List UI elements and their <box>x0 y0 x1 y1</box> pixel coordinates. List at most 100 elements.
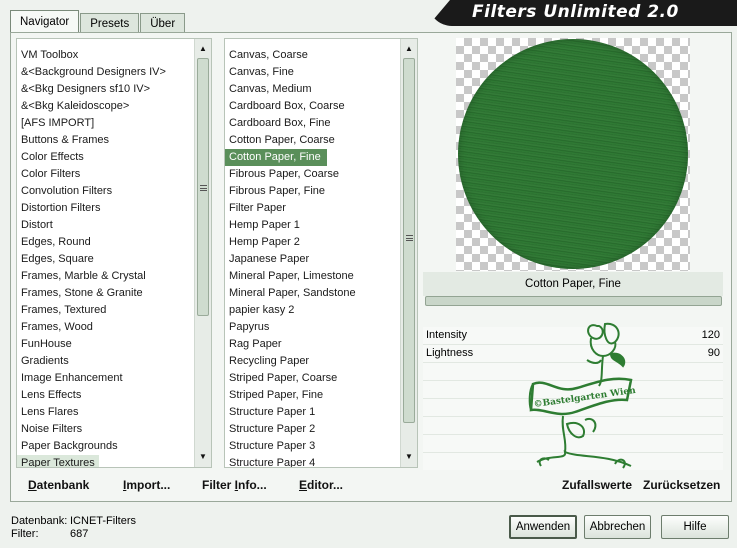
filter-item[interactable]: Cotton Paper, Coarse <box>225 132 400 149</box>
filter-item[interactable]: Structure Paper 3 <box>225 438 400 455</box>
filter-item[interactable]: Structure Paper 4 <box>225 455 400 467</box>
zuruecksetzen-button[interactable]: Zurücksetzen <box>643 478 720 492</box>
filter-item[interactable]: Structure Paper 2 <box>225 421 400 438</box>
filter-item-label: Cotton Paper, Fine <box>225 149 327 166</box>
category-item[interactable]: Noise Filters <box>17 421 194 438</box>
filter-item[interactable]: Striped Paper, Coarse <box>225 370 400 387</box>
category-item[interactable]: Frames, Marble & Crystal <box>17 268 194 285</box>
datenbank-value: ICNET-Filters <box>70 515 136 527</box>
apply-button[interactable]: Anwenden <box>509 515 577 539</box>
category-item[interactable]: Paper Textures <box>17 455 194 467</box>
category-item-label: Frames, Marble & Crystal <box>21 270 146 282</box>
category-item-label: FunHouse <box>21 338 72 350</box>
scroll-down-icon[interactable]: ▼ <box>401 449 417 465</box>
tab-presets[interactable]: Presets <box>80 13 140 33</box>
scroll-up-icon[interactable]: ▲ <box>195 41 211 57</box>
category-item-label: [AFS IMPORT] <box>21 117 95 129</box>
category-item[interactable]: VM Toolbox <box>17 47 194 64</box>
category-item[interactable]: [AFS IMPORT] <box>17 115 194 132</box>
category-item-label: Distort <box>21 219 53 231</box>
filter-item[interactable]: Hemp Paper 1 <box>225 217 400 234</box>
filter-item[interactable]: Striped Paper, Fine <box>225 387 400 404</box>
filter-item-label: Canvas, Coarse <box>229 49 308 61</box>
scroll-down-icon[interactable]: ▼ <box>195 449 211 465</box>
category-item[interactable]: &<Bkg Kaleidoscope> <box>17 98 194 115</box>
filter-item[interactable]: Canvas, Fine <box>225 64 400 81</box>
filter-item[interactable]: Mineral Paper, Sandstone <box>225 285 400 302</box>
filter-item[interactable]: Papyrus <box>225 319 400 336</box>
filter-list[interactable]: Canvas, Coarse Canvas, Fine Canvas, Medium… <box>224 38 418 468</box>
filter-item-label: Canvas, Fine <box>229 66 294 78</box>
category-item[interactable]: Edges, Round <box>17 234 194 251</box>
filter-item[interactable]: Cotton Paper, Fine <box>225 149 400 166</box>
filter-item[interactable]: Structure Paper 1 <box>225 404 400 421</box>
editor-button[interactable]: Editor... <box>299 478 343 492</box>
filter-item[interactable]: Canvas, Medium <box>225 81 400 98</box>
category-item[interactable]: &<Bkg Designers sf10 IV> <box>17 81 194 98</box>
filter-item[interactable]: Cardboard Box, Fine <box>225 115 400 132</box>
category-item[interactable]: Gradients <box>17 353 194 370</box>
filter-item-label: Structure Paper 3 <box>229 440 316 452</box>
category-item-label: Buttons & Frames <box>21 134 110 146</box>
category-item[interactable]: Edges, Square <box>17 251 194 268</box>
filter-item-label: Hemp Paper 2 <box>229 236 300 248</box>
category-item-label: Paper Backgrounds <box>21 440 118 452</box>
category-item[interactable]: FunHouse <box>17 336 194 353</box>
filter-list-items: Canvas, Coarse Canvas, Fine Canvas, Medium… <box>225 39 400 467</box>
filter-item[interactable]: Recycling Paper <box>225 353 400 370</box>
import-button[interactable]: Import... <box>123 478 170 492</box>
category-item-label: VM Toolbox <box>21 49 79 61</box>
category-item[interactable]: Convolution Filters <box>17 183 194 200</box>
filter-item-label: Filter Paper <box>229 202 286 214</box>
category-item-label: Image Enhancement <box>21 372 123 384</box>
filter-item[interactable]: Canvas, Coarse <box>225 47 400 64</box>
filter-item[interactable]: Japanese Paper <box>225 251 400 268</box>
category-item[interactable]: Distortion Filters <box>17 200 194 217</box>
category-scroll-thumb[interactable] <box>197 58 209 316</box>
filter-item-label: Cotton Paper, Coarse <box>229 134 335 146</box>
filter-item[interactable]: Hemp Paper 2 <box>225 234 400 251</box>
zufallswerte-button[interactable]: Zufallswerte <box>562 478 632 492</box>
category-item[interactable]: Paper Backgrounds <box>17 438 194 455</box>
category-list[interactable]: VM Toolbox &<Background Designers IV> &<Bk… <box>16 38 212 468</box>
filter-scrollbar[interactable]: ▲ ▼ <box>400 39 417 467</box>
grip-icon <box>200 185 207 191</box>
category-item[interactable]: Image Enhancement <box>17 370 194 387</box>
category-scrollbar[interactable]: ▲ ▼ <box>194 39 211 467</box>
filter-item[interactable]: papier kasy 2 <box>225 302 400 319</box>
filter-info-button[interactable]: Filter Info... <box>202 478 267 492</box>
filter-item-label: Structure Paper 4 <box>229 457 316 467</box>
preview-slider[interactable] <box>425 296 722 306</box>
filter-item-label: Mineral Paper, Sandstone <box>229 287 356 299</box>
filter-item[interactable]: Fibrous Paper, Fine <box>225 183 400 200</box>
category-item[interactable]: Lens Effects <box>17 387 194 404</box>
category-item[interactable]: Frames, Stone & Granite <box>17 285 194 302</box>
filter-scroll-thumb[interactable] <box>403 58 415 423</box>
datenbank-button[interactable]: Datenbank <box>28 478 89 492</box>
category-item[interactable]: Lens Flares <box>17 404 194 421</box>
category-list-items: VM Toolbox &<Background Designers IV> &<Bk… <box>17 39 194 467</box>
category-item[interactable]: &<Background Designers IV> <box>17 64 194 81</box>
filter-item[interactable]: Fibrous Paper, Coarse <box>225 166 400 183</box>
filter-item[interactable]: Cardboard Box, Coarse <box>225 98 400 115</box>
tab-navigator[interactable]: Navigator <box>10 10 80 33</box>
scroll-up-icon[interactable]: ▲ <box>401 41 417 57</box>
category-item[interactable]: Color Filters <box>17 166 194 183</box>
category-item[interactable]: Color Effects <box>17 149 194 166</box>
grip-icon <box>406 235 413 241</box>
app-title: Filters Unlimited 2.0 <box>472 2 679 22</box>
category-item[interactable]: Frames, Textured <box>17 302 194 319</box>
help-button[interactable]: Hilfe <box>661 515 729 539</box>
filter-item-label: Striped Paper, Fine <box>229 389 324 401</box>
tab-ueber[interactable]: Über <box>140 13 186 33</box>
filter-item[interactable]: Filter Paper <box>225 200 400 217</box>
category-item[interactable]: Distort <box>17 217 194 234</box>
category-item-label: Color Effects <box>21 151 84 163</box>
category-item[interactable]: Frames, Wood <box>17 319 194 336</box>
cancel-button[interactable]: Abbrechen <box>584 515 651 539</box>
filter-item[interactable]: Rag Paper <box>225 336 400 353</box>
filter-item-label: Striped Paper, Coarse <box>229 372 338 384</box>
category-item[interactable]: Buttons & Frames <box>17 132 194 149</box>
filter-item[interactable]: Mineral Paper, Limestone <box>225 268 400 285</box>
filter-item-label: Hemp Paper 1 <box>229 219 300 231</box>
